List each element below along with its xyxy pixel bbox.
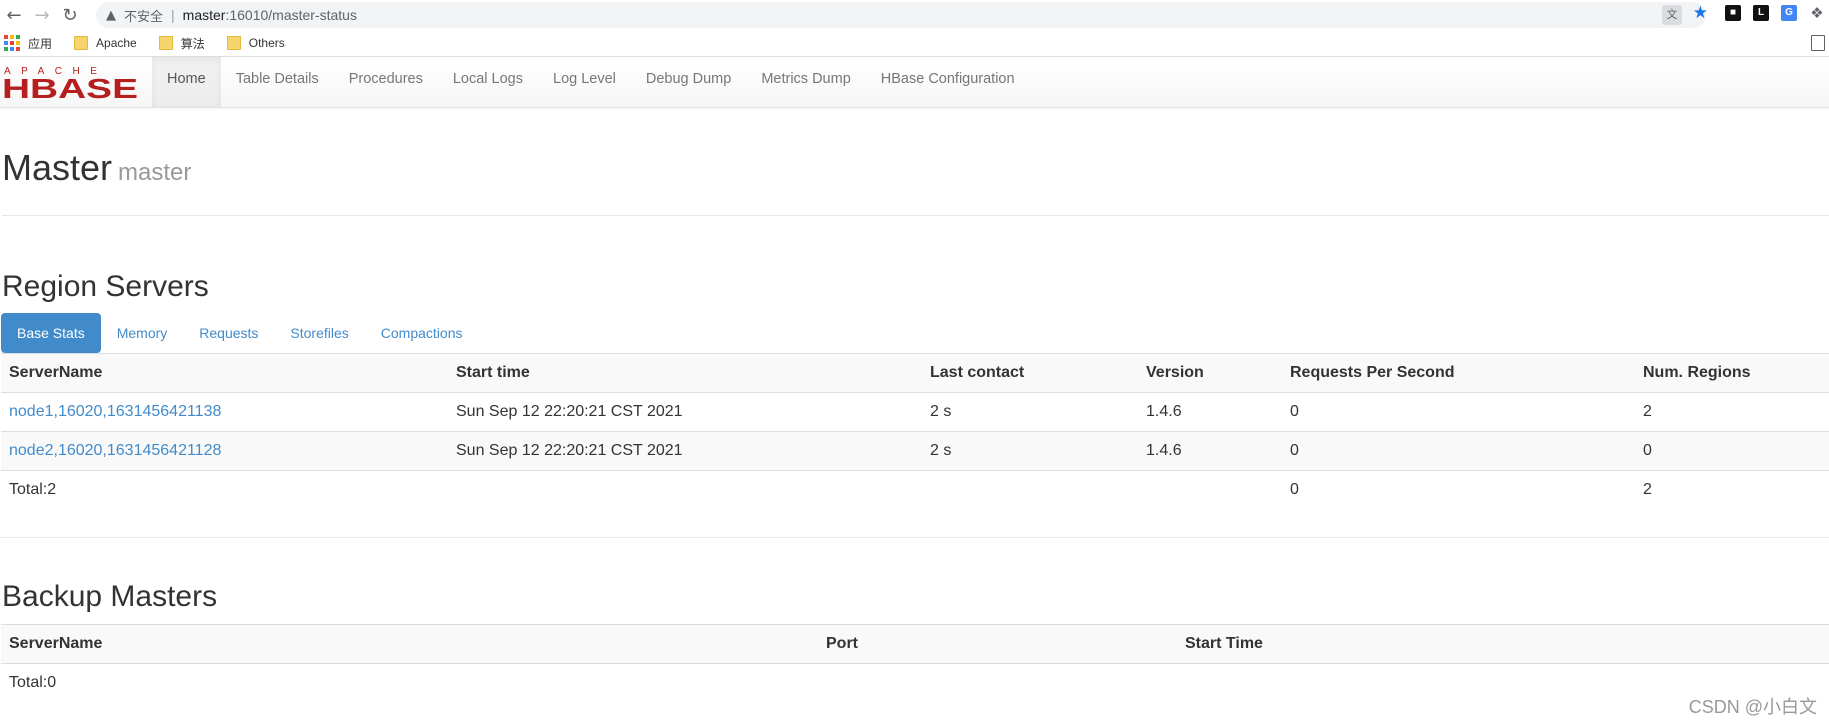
bookmark-label: Others — [248, 36, 285, 50]
extension-icons: ■ L G ❖ — [1725, 5, 1829, 21]
column-header: ServerName — [1, 353, 448, 393]
table-cell — [448, 471, 922, 510]
logo-hbase-text: HBASE — [2, 73, 138, 101]
puzzle-icon[interactable]: ❖ — [1809, 5, 1825, 21]
total-label: Total:2 — [9, 481, 57, 498]
table-cell: node1,16020,1631456421138 — [1, 392, 448, 432]
insecure-label: 不安全 — [124, 8, 164, 24]
table-total-row: Total:0 — [1, 664, 1829, 703]
hbase-logo[interactable]: APACHE HBASE — [2, 63, 138, 101]
table-cell: 0 — [1635, 431, 1829, 471]
table-cell: 1.4.6 — [1138, 431, 1282, 471]
page-subtitle: master — [118, 159, 192, 186]
total-regions: 2 — [1643, 481, 1652, 498]
server-link[interactable]: node2,16020,1631456421128 — [9, 442, 221, 459]
table-total-row: Total:2 0 2 — [1, 471, 1829, 510]
section-divider — [0, 537, 1829, 538]
table-row: node1,16020,1631456421138 Sun Sep 12 22:… — [1, 392, 1829, 432]
table-cell: 1.4.6 — [1138, 392, 1282, 432]
table-row: node2,16020,1631456421128 Sun Sep 12 22:… — [1, 431, 1829, 471]
table-cell: 2 s — [922, 392, 1138, 432]
nav-procedures[interactable]: Procedures — [334, 57, 438, 107]
table-cell — [818, 664, 1177, 703]
bookmark-label: 算法 — [180, 36, 205, 51]
bookmark-star-icon[interactable]: ★ — [1693, 3, 1708, 23]
table-cell: 0 — [1282, 392, 1635, 432]
table-cell: Sun Sep 12 22:20:21 CST 2021 — [448, 431, 922, 471]
column-header: Port — [818, 624, 1177, 664]
table-cell — [922, 471, 1138, 510]
column-header: Version — [1138, 353, 1282, 393]
column-header: Num. Regions — [1635, 353, 1829, 393]
column-header: Start time — [448, 353, 922, 393]
column-header: Last contact — [922, 353, 1138, 393]
bookmark-others[interactable]: Others — [226, 36, 285, 50]
region-servers-tabs: Base Stats Memory Requests Storefiles Co… — [1, 313, 478, 353]
apps-grid-icon — [4, 35, 20, 51]
table-header-row: ServerName Start time Last contact Versi… — [1, 353, 1829, 393]
tab-base-stats[interactable]: Base Stats — [1, 313, 101, 353]
tab-compactions[interactable]: Compactions — [365, 313, 479, 353]
url-host: master — [182, 7, 226, 23]
folder-icon — [158, 36, 173, 50]
folder-icon — [226, 36, 241, 50]
extension-icon[interactable]: L — [1753, 5, 1769, 21]
page-title-text: Master — [2, 147, 113, 188]
bookmark-algorithm[interactable]: 算法 — [158, 35, 205, 52]
nav-local-logs[interactable]: Local Logs — [438, 57, 538, 107]
region-servers-table: ServerName Start time Last contact Versi… — [1, 353, 1829, 509]
nav-table-details[interactable]: Table Details — [221, 57, 334, 107]
backup-masters-title: Backup Masters — [2, 580, 218, 613]
bookmarks-bar: 应用 Apache 算法 Others — [0, 30, 1829, 57]
tab-requests[interactable]: Requests — [183, 313, 274, 353]
bookmark-apps[interactable]: 应用 — [2, 35, 52, 52]
nav-metrics-dump[interactable]: Metrics Dump — [746, 57, 865, 107]
nav-links: Home Table Details Procedures Local Logs… — [152, 57, 1030, 107]
nav-hbase-configuration[interactable]: HBase Configuration — [866, 57, 1030, 107]
separator: | — [171, 7, 175, 23]
nav-log-level[interactable]: Log Level — [538, 57, 631, 107]
table-cell: 2 s — [922, 431, 1138, 471]
folder-icon — [74, 36, 89, 50]
server-link[interactable]: node1,16020,1631456421138 — [9, 403, 221, 420]
column-header: ServerName — [1, 624, 818, 664]
table-cell: Sun Sep 12 22:20:21 CST 2021 — [448, 392, 922, 432]
browser-toolbar: ← → ↻ ▲ 不安全 | master:16010/master-status… — [0, 0, 1829, 30]
table-cell: 2 — [1635, 392, 1829, 432]
watermark: CSDN @小白文 — [1688, 697, 1817, 717]
reading-list-icon[interactable] — [1811, 35, 1825, 51]
page-header: Master master — [2, 150, 1829, 216]
bookmark-apache[interactable]: Apache — [74, 36, 137, 50]
tab-storefiles[interactable]: Storefiles — [274, 313, 364, 353]
bookmark-label: Apache — [96, 36, 137, 50]
reload-icon[interactable]: ↻ — [56, 1, 84, 29]
nav-home[interactable]: Home — [152, 57, 221, 107]
column-header: Start Time — [1177, 624, 1829, 664]
forward-arrow-icon[interactable]: → — [28, 1, 56, 29]
back-arrow-icon[interactable]: ← — [0, 1, 28, 29]
translate-extension-icon[interactable]: G — [1781, 5, 1797, 21]
total-label: Total:0 — [9, 674, 57, 691]
backup-masters-table: ServerName Port Start Time Total:0 — [1, 624, 1829, 702]
extension-icon[interactable]: ■ — [1725, 5, 1741, 21]
region-servers-title: Region Servers — [2, 270, 209, 303]
table-cell: node2,16020,1631456421128 — [1, 431, 448, 471]
nav-debug-dump[interactable]: Debug Dump — [631, 57, 746, 107]
hbase-navbar: APACHE HBASE Home Table Details Procedur… — [0, 57, 1829, 108]
table-cell: 0 — [1282, 431, 1635, 471]
bookmark-label: 应用 — [28, 36, 53, 51]
table-header-row: ServerName Port Start Time — [1, 624, 1829, 664]
page-title: Master master — [2, 150, 1829, 186]
tab-memory[interactable]: Memory — [101, 313, 184, 353]
translate-icon[interactable]: 文 — [1662, 5, 1682, 25]
column-header: Requests Per Second — [1282, 353, 1635, 393]
table-cell — [1138, 471, 1282, 510]
url-path: :16010/master-status — [225, 7, 357, 23]
warning-icon: ▲ — [106, 7, 116, 23]
address-bar[interactable]: ▲ 不安全 | master:16010/master-status 文 ★ — [96, 2, 1708, 28]
total-requests: 0 — [1290, 481, 1299, 498]
